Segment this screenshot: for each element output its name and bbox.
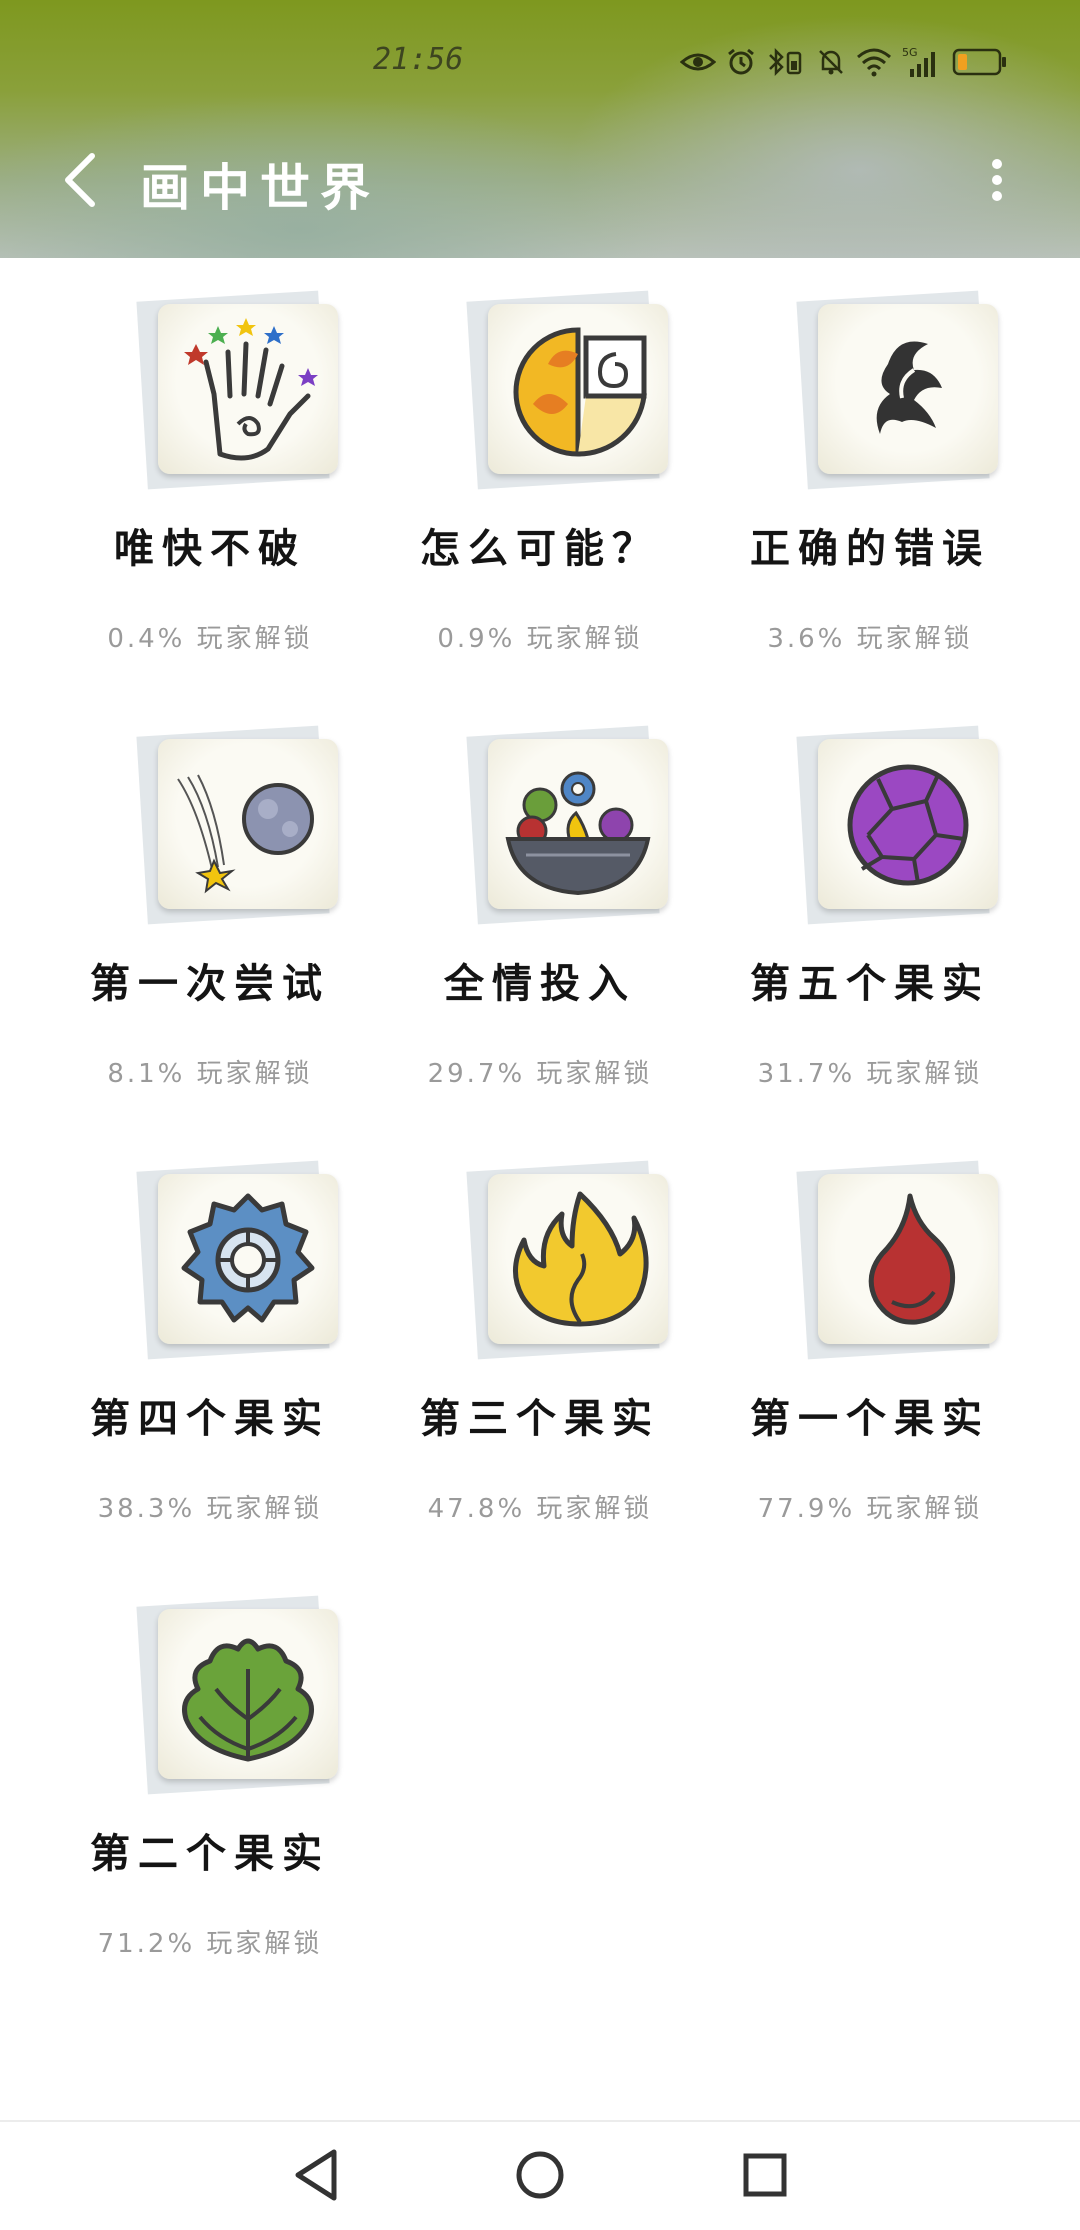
achievement-tile bbox=[796, 1160, 998, 1365]
achievement-rate: 77.9% 玩家解锁 bbox=[757, 1494, 983, 1524]
achievement-rate: 38.3% 玩家解锁 bbox=[97, 1494, 323, 1524]
purple-fruit-icon bbox=[847, 764, 969, 886]
achievement-tile bbox=[136, 725, 338, 930]
nav-back-button[interactable] bbox=[280, 2140, 350, 2210]
achievement-rate: 71.2% 玩家解锁 bbox=[97, 1929, 323, 1959]
achievement-title: 第一次尝试 bbox=[90, 960, 330, 1007]
achievement-title: 第二个果实 bbox=[90, 1830, 330, 1877]
eye-icon bbox=[680, 53, 716, 71]
bluetooth-icon bbox=[769, 47, 802, 77]
achievement-tile bbox=[466, 290, 668, 495]
app-header: 21:56 5G 画中世界 bbox=[0, 0, 1080, 258]
recents-square-icon bbox=[743, 2153, 787, 2197]
achievement-tile bbox=[796, 290, 998, 495]
fruit-bowl-icon bbox=[505, 771, 651, 896]
achievement-tile bbox=[466, 1160, 668, 1365]
achievement-card[interactable]: 唯快不破 0.4% 玩家解锁 bbox=[45, 258, 375, 693]
achievement-tile bbox=[136, 290, 338, 495]
mute-icon bbox=[819, 50, 843, 75]
hand-stars-icon bbox=[184, 318, 318, 461]
green-leaf-fruit-icon bbox=[182, 1638, 314, 1762]
achievement-title: 全情投入 bbox=[444, 960, 636, 1007]
alarm-icon bbox=[728, 48, 754, 75]
achievement-title: 第五个果实 bbox=[750, 960, 990, 1007]
achievement-title: 正确的错误 bbox=[750, 525, 990, 572]
achievement-tile bbox=[796, 725, 998, 930]
fire-swirl-icon bbox=[513, 327, 647, 457]
achievement-rate: 47.8% 玩家解锁 bbox=[427, 1494, 653, 1524]
achievement-card[interactable]: 第一次尝试 8.1% 玩家解锁 bbox=[45, 693, 375, 1128]
system-navbar bbox=[0, 2120, 1080, 2230]
achievement-title: 怎么可能？ bbox=[420, 525, 660, 572]
blue-gear-fruit-icon bbox=[181, 1193, 315, 1323]
page-title: 画中世界 bbox=[140, 158, 380, 217]
wifi-icon bbox=[857, 48, 891, 77]
back-triangle-icon bbox=[295, 2149, 337, 2201]
smoke-swirl-icon bbox=[876, 341, 942, 434]
achievement-title: 第一个果实 bbox=[750, 1395, 990, 1442]
achievement-title: 第四个果实 bbox=[90, 1395, 330, 1442]
achievement-tile bbox=[136, 1595, 338, 1800]
rolling-stone-icon bbox=[177, 774, 314, 894]
achievement-rate: 0.4% 玩家解锁 bbox=[107, 624, 313, 654]
battery-icon bbox=[952, 48, 1006, 76]
signal-5g-icon: 5G bbox=[902, 46, 935, 77]
nav-recents-button[interactable] bbox=[730, 2140, 800, 2210]
achievement-card[interactable]: 第一个果实 77.9% 玩家解锁 bbox=[705, 1128, 1035, 1563]
achievement-card[interactable]: 怎么可能？ 0.9% 玩家解锁 bbox=[375, 258, 705, 693]
achievement-rate: 31.7% 玩家解锁 bbox=[757, 1059, 983, 1089]
achievement-card[interactable]: 第四个果实 38.3% 玩家解锁 bbox=[45, 1128, 375, 1563]
achievement-rate: 29.7% 玩家解锁 bbox=[427, 1059, 653, 1089]
yellow-flame-fruit-icon bbox=[513, 1191, 649, 1327]
chevron-left-icon bbox=[65, 153, 95, 207]
achievement-rate: 3.6% 玩家解锁 bbox=[767, 624, 973, 654]
nav-home-button[interactable] bbox=[505, 2140, 575, 2210]
status-icons: 5G bbox=[680, 40, 1008, 84]
back-button[interactable] bbox=[58, 150, 108, 210]
achievement-card[interactable]: 第三个果实 47.8% 玩家解锁 bbox=[375, 1128, 705, 1563]
achievement-title: 第三个果实 bbox=[420, 1395, 660, 1442]
more-vertical-icon bbox=[992, 159, 1002, 201]
svg-text:5G: 5G bbox=[902, 46, 918, 59]
home-circle-icon bbox=[516, 2151, 564, 2199]
red-drop-fruit-icon bbox=[868, 1193, 956, 1325]
achievement-card[interactable]: 第二个果实 71.2% 玩家解锁 bbox=[45, 1563, 375, 1998]
achievement-rate: 0.9% 玩家解锁 bbox=[437, 624, 643, 654]
achievement-rate: 8.1% 玩家解锁 bbox=[107, 1059, 313, 1089]
achievement-tile bbox=[466, 725, 668, 930]
achievement-card[interactable]: 第五个果实 31.7% 玩家解锁 bbox=[705, 693, 1035, 1128]
achievement-card[interactable]: 正确的错误 3.6% 玩家解锁 bbox=[705, 258, 1035, 693]
achievement-card[interactable]: 全情投入 29.7% 玩家解锁 bbox=[375, 693, 705, 1128]
more-button[interactable] bbox=[982, 158, 1012, 202]
status-time: 21:56 bbox=[373, 42, 464, 77]
achievement-tile bbox=[136, 1160, 338, 1365]
achievement-title: 唯快不破 bbox=[114, 525, 306, 572]
